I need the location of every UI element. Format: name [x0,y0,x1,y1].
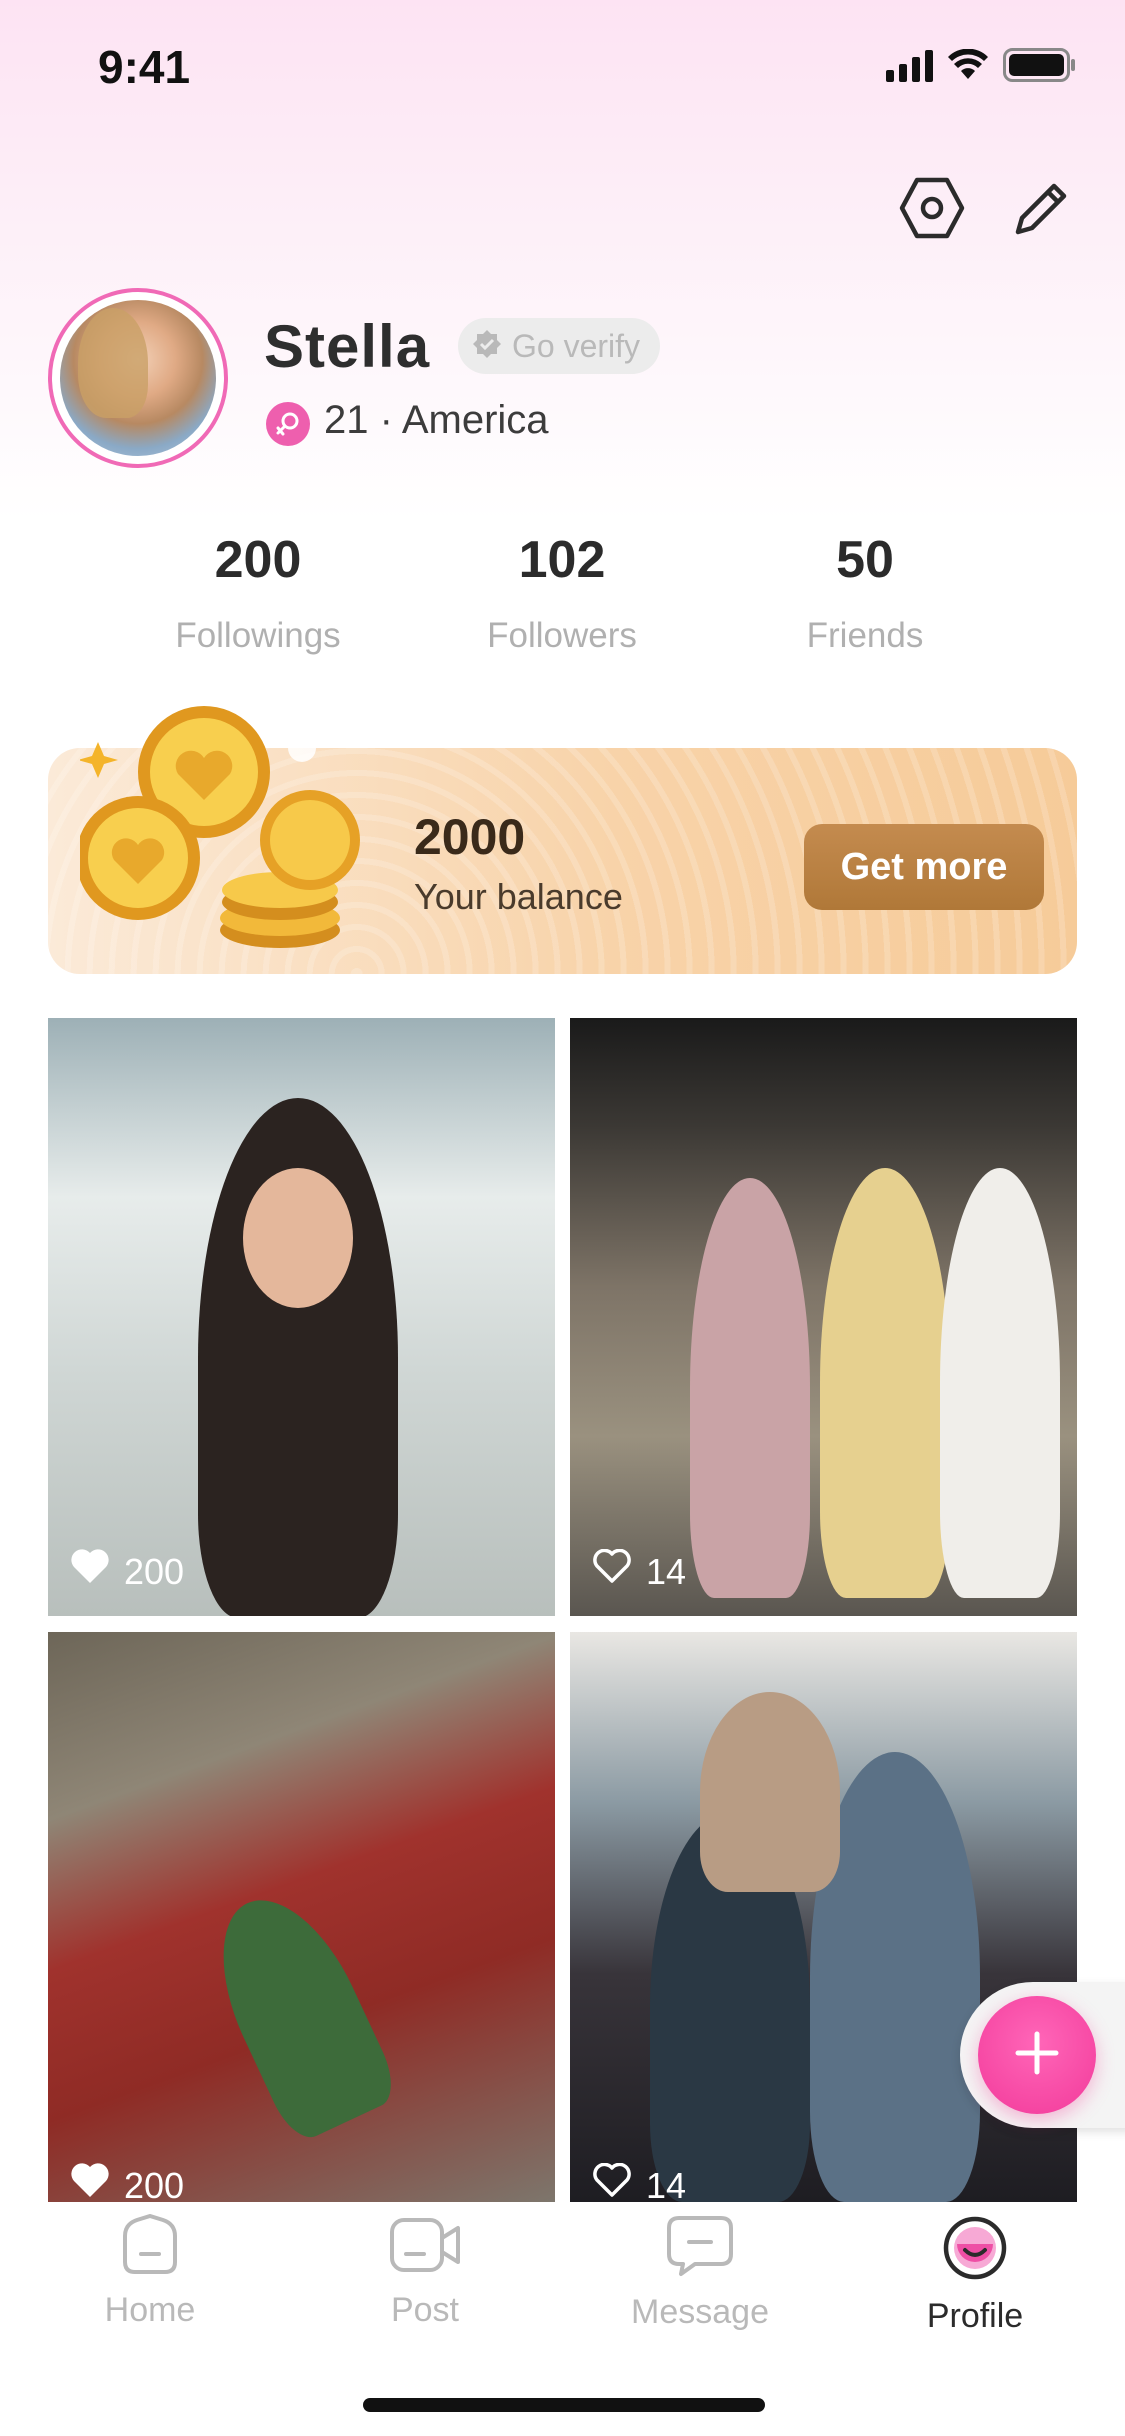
cellular-signal-icon [886,48,933,82]
nav-item-home[interactable]: Home [50,2213,250,2330]
go-verify-button[interactable]: Go verify [458,318,661,374]
settings-button[interactable] [892,170,972,250]
wifi-icon [947,49,989,81]
stat-label: Followers [487,616,637,655]
heart-filled-icon [70,2163,110,2202]
status-icons [886,48,1077,82]
like-count[interactable]: 200 [70,1549,184,1594]
nav-item-profile[interactable]: Profile [875,2214,1075,2336]
nav-item-post[interactable]: Post [325,2214,525,2330]
stat-label: Followings [175,616,341,655]
home-indicator[interactable] [363,2398,765,2412]
message-icon [665,2214,735,2283]
photo-subject [820,1168,950,1598]
create-post-button[interactable] [978,1996,1096,2114]
heart-outline-icon [592,1548,632,1594]
stat-value: 102 [518,531,606,589]
gold-coins-icon [76,690,380,970]
edit-profile-button[interactable] [1002,170,1082,250]
stat-followers[interactable]: 102 Followers [412,530,712,656]
heart-outline-icon [592,2162,632,2202]
stat-friends[interactable]: 50 Friends [715,530,1015,656]
nav-item-message[interactable]: Message [600,2214,800,2332]
stat-value: 50 [836,531,894,589]
like-count[interactable]: 14 [592,2162,687,2203]
settings-icon [899,177,965,244]
balance-value: 2000 [414,809,526,865]
like-count-value: 14 [646,2164,687,2203]
profile-icon [941,2214,1009,2287]
nav-label: Post [390,2291,460,2329]
photo-subject [198,1098,398,1616]
like-count-value: 14 [646,1550,687,1592]
get-more-button[interactable]: Get more [804,824,1044,910]
post-thumbnail[interactable]: 200 [48,1018,555,1616]
verified-badge-icon [472,329,502,364]
nav-label: Profile [926,2297,1024,2335]
profile-age-location: 21 · America [324,398,549,442]
avatar[interactable] [48,288,228,468]
balance-label: Your balance [414,876,623,917]
post-thumbnail[interactable]: 14 [570,1018,1077,1616]
photo-subject [700,1692,840,1892]
battery-icon [1003,48,1077,82]
like-count-value: 200 [124,2164,185,2203]
female-gender-icon [266,402,310,446]
avatar-photo [60,300,216,456]
home-icon [117,2213,183,2281]
like-count[interactable]: 200 [70,2163,184,2202]
stat-followings[interactable]: 200 Followings [108,530,408,656]
like-count[interactable]: 14 [592,1548,687,1594]
photo-subject [690,1178,810,1598]
post-thumbnail[interactable]: 200 [48,1632,555,2202]
video-camera-icon [388,2214,462,2281]
stat-value: 200 [214,531,302,589]
like-count-value: 200 [124,1550,185,1592]
nav-label: Home [104,2291,196,2329]
status-time: 9:41 [98,41,191,93]
heart-filled-icon [70,1549,110,1594]
pencil-icon [1010,176,1074,245]
profile-name: Stella [264,313,431,380]
stat-label: Friends [806,616,924,655]
status-bar: 9:41 [0,0,1125,132]
go-verify-label: Go verify [512,327,641,364]
nav-label: Message [631,2293,769,2331]
photo-subject [192,1877,404,2147]
plus-icon [1012,2028,1062,2083]
photo-subject [940,1168,1060,1598]
